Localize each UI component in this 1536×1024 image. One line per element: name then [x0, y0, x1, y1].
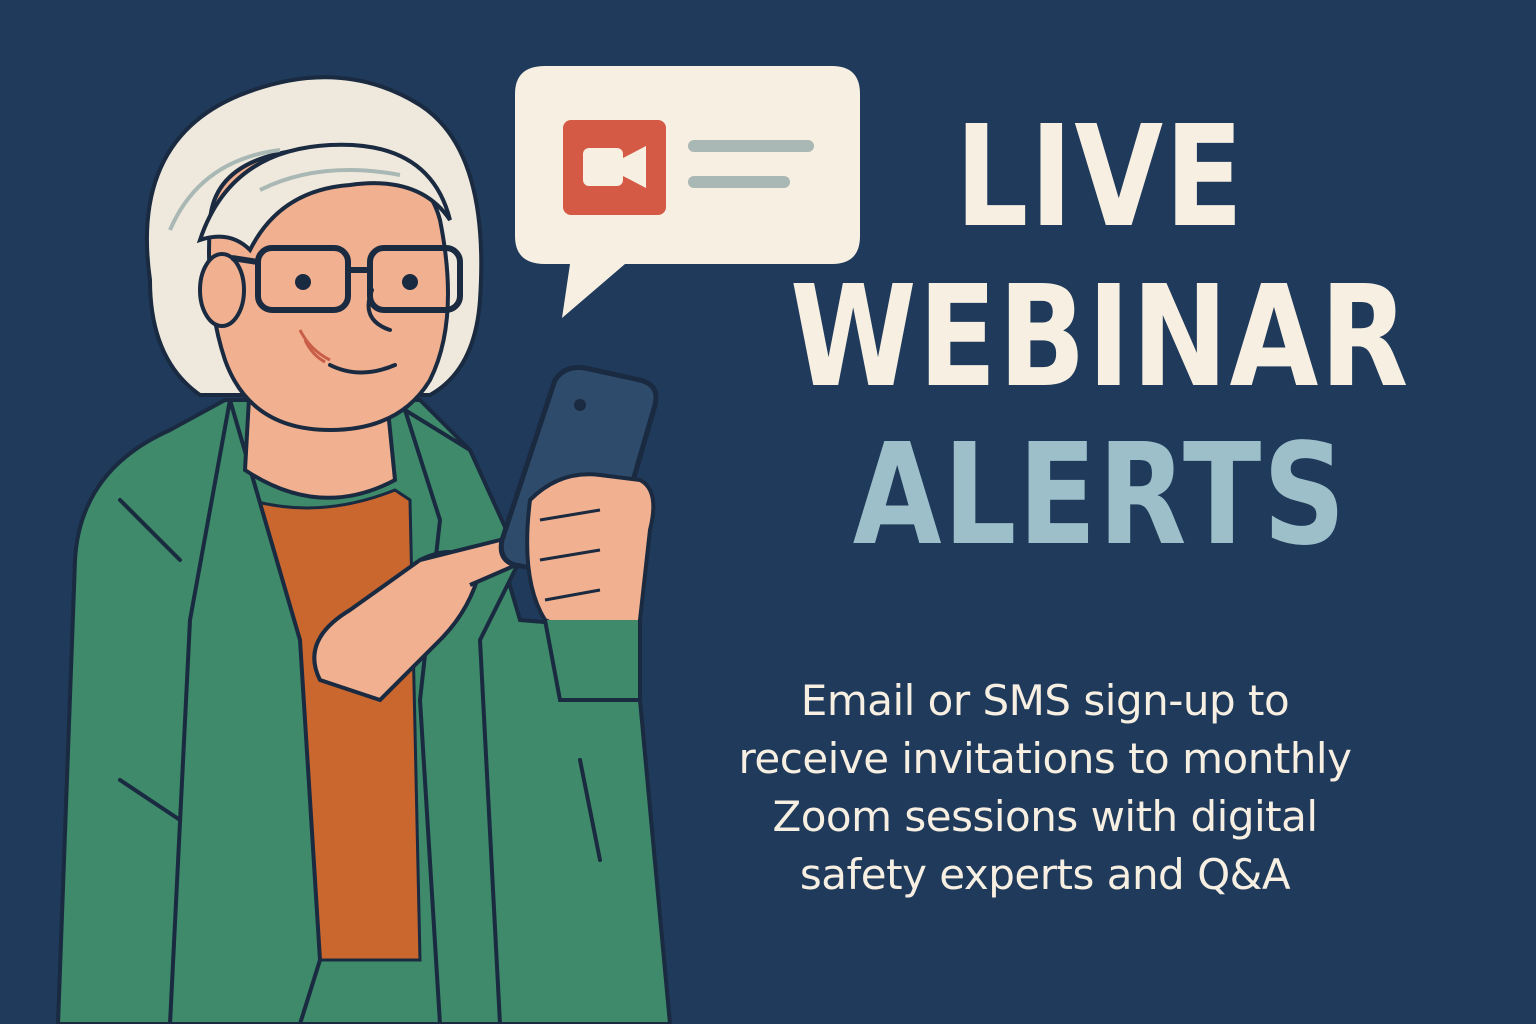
headline-line-alerts: ALERTS	[852, 414, 1348, 577]
promo-canvas: LIVE WEBINAR ALERTS Email or SMS sign-up…	[0, 0, 1536, 1024]
subtitle-line-1: Email or SMS sign-up to	[800, 676, 1290, 725]
subtitle-line-2: receive invitations to monthly	[738, 734, 1352, 783]
subtitle-line-3: Zoom sessions with digital	[772, 792, 1318, 841]
headline-line-live: LIVE	[955, 96, 1245, 259]
subtitle-line-4: safety experts and Q&A	[799, 850, 1291, 899]
headline-line-webinar: WEBINAR	[789, 256, 1411, 419]
headline: LIVE WEBINAR ALERTS	[720, 108, 1480, 566]
woman-head	[145, 75, 484, 433]
subtitle: Email or SMS sign-up to receive invitati…	[660, 672, 1430, 904]
video-camera-icon	[563, 120, 666, 215]
